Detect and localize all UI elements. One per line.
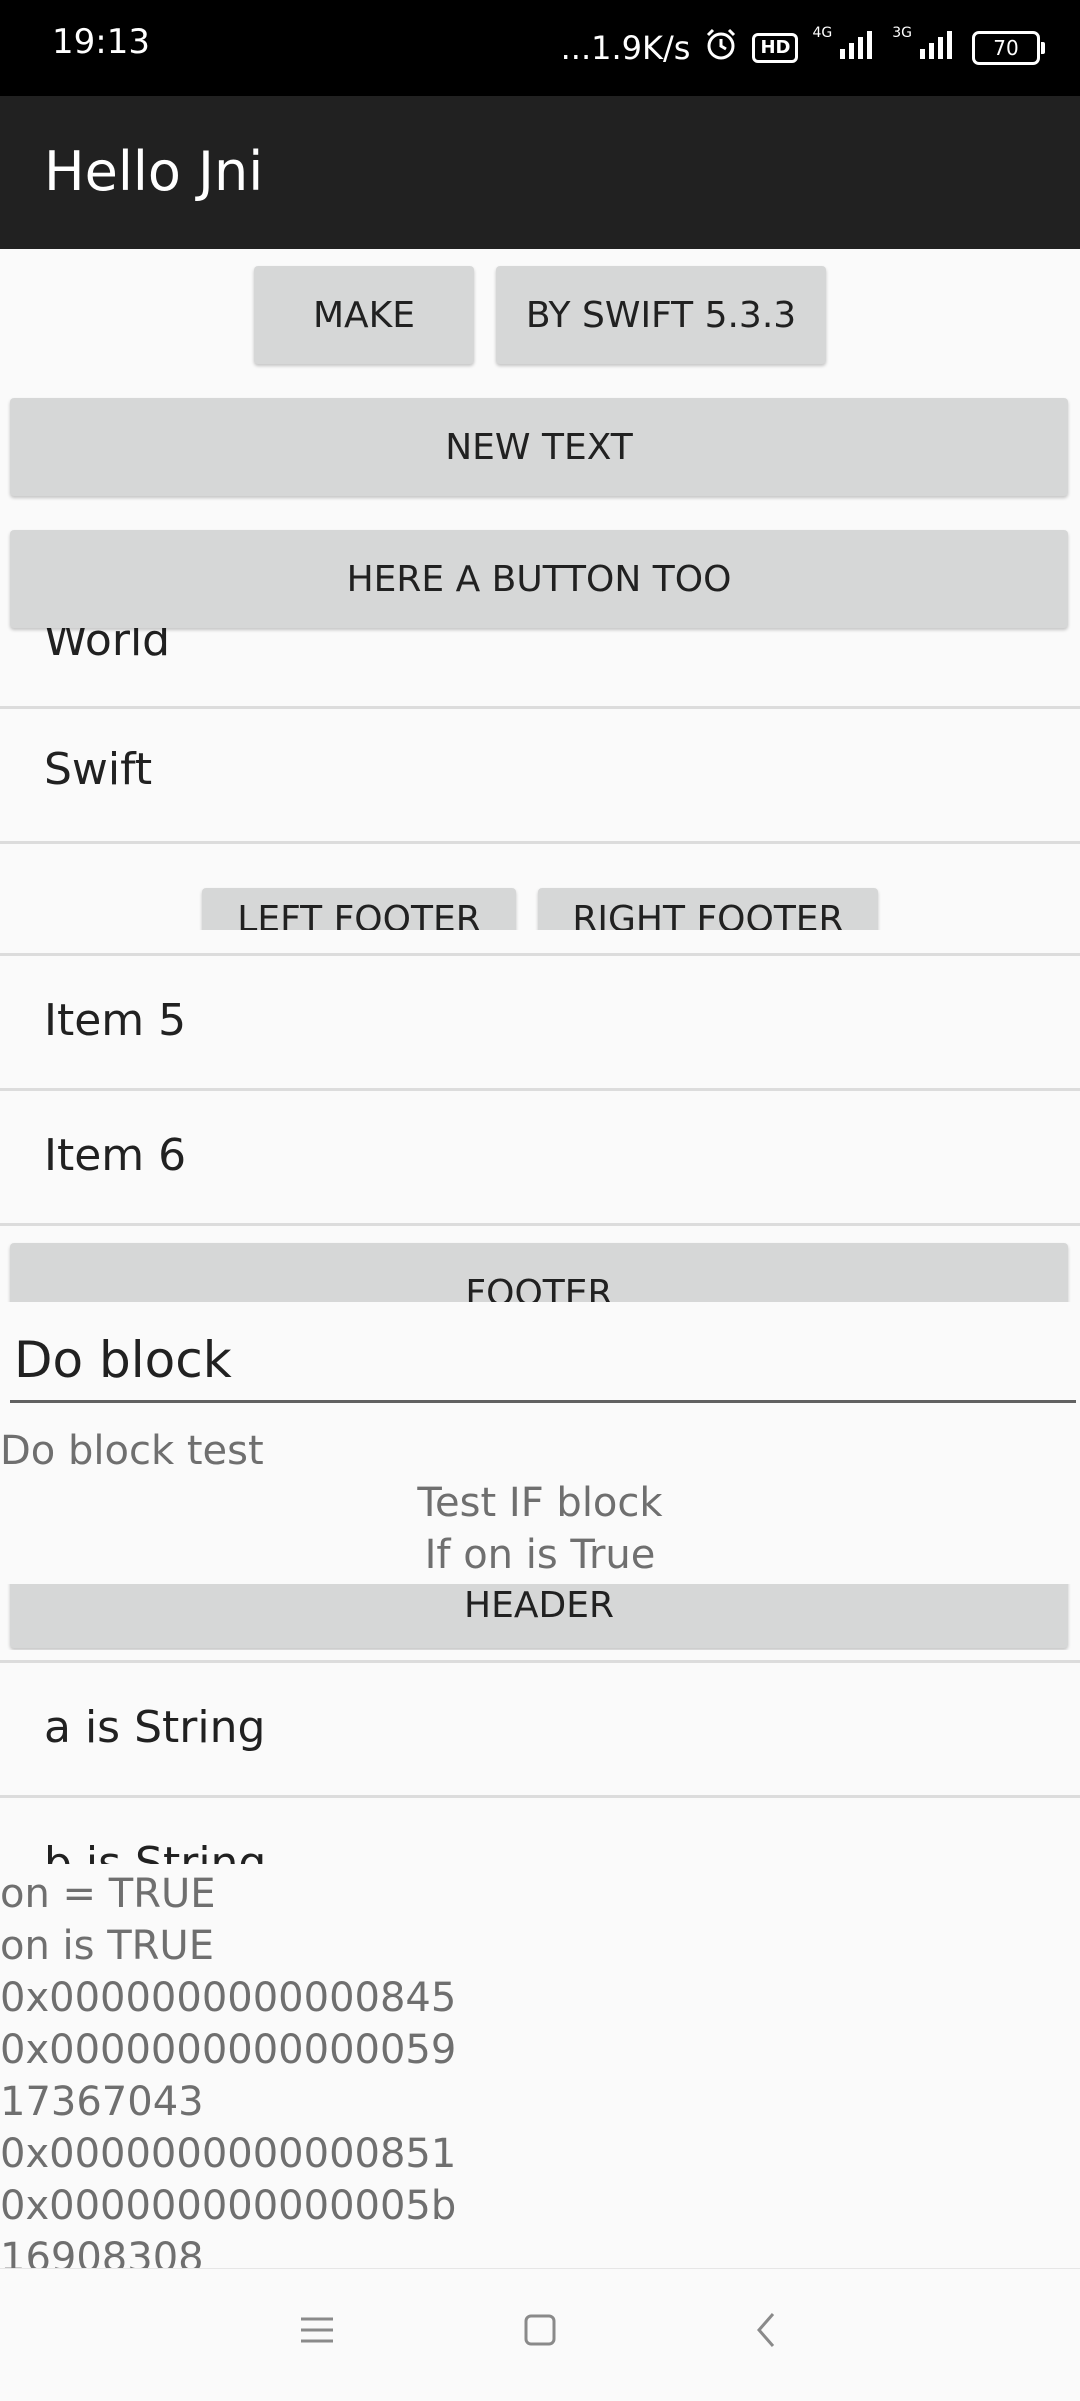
log-line: on is TRUE <box>0 1923 214 1969</box>
menu-icon[interactable] <box>287 2300 347 2360</box>
do-block-input[interactable] <box>10 1320 1076 1403</box>
footer-button[interactable]: FOOTER <box>10 1243 1068 1302</box>
footer-button-clip: FOOTER <box>0 1240 1080 1302</box>
signal-3g-icon <box>918 29 958 67</box>
hd-badge: HD <box>752 33 799 63</box>
log-line: 0x0000000000000845 <box>0 1975 457 2021</box>
net-label-4g: 4G <box>812 25 833 41</box>
network-speed: ...1.9K/s <box>560 29 691 67</box>
log-line: on = TRUE <box>0 1871 216 1917</box>
log-line: 17367043 <box>0 2079 204 2125</box>
battery-level: 70 <box>993 36 1019 60</box>
log-line: 0x0000000000000059 <box>0 2027 457 2073</box>
by-swift-button[interactable]: BY SWIFT 5.3.3 <box>496 266 826 364</box>
if-block-text: Test IF block <box>417 1480 663 1526</box>
divider <box>0 841 1080 844</box>
back-icon[interactable] <box>736 2300 796 2360</box>
left-footer-button[interactable]: LEFT FOOTER <box>202 888 516 930</box>
status-time: 19:13 <box>52 22 150 62</box>
right-footer-button[interactable]: RIGHT FOOTER <box>538 888 878 930</box>
make-button[interactable]: MAKE <box>254 266 474 364</box>
log-line: 0x0000000000000851 <box>0 2131 457 2177</box>
new-text-button[interactable]: NEW TEXT <box>10 398 1068 496</box>
divider <box>0 706 1080 709</box>
home-square-icon[interactable] <box>510 2300 570 2360</box>
signal-4g-icon <box>838 29 878 67</box>
status-indicators: ...1.9K/s HD 4G 3G 70 <box>560 20 1045 76</box>
list-footer-area: LEFT FOOTER RIGHT FOOTER <box>0 860 1080 930</box>
battery-icon: 70 <box>972 31 1045 65</box>
here-a-button-too-button[interactable]: HERE A BUTTON TOO <box>10 530 1068 628</box>
header-button-clip: HEADER <box>0 1584 1080 1650</box>
do-block-test-label: Do block test <box>0 1428 264 1474</box>
header-button[interactable]: HEADER <box>10 1584 1068 1648</box>
net-label-3g: 3G <box>892 25 912 41</box>
app-title: Hello Jni <box>44 140 264 203</box>
log-line: 0x000000000000005b <box>0 2183 457 2229</box>
list-item[interactable]: Item 6 <box>44 1130 186 1181</box>
list-item-clip: b is String <box>0 1820 1080 1864</box>
log-output: on = TRUE on is TRUE 0x0000000000000845 … <box>0 1868 456 2284</box>
list-item[interactable]: b is String <box>44 1838 266 1864</box>
divider <box>0 1660 1080 1663</box>
list-item[interactable]: Swift <box>44 744 152 795</box>
divider <box>0 1223 1080 1226</box>
alarm-icon <box>704 27 738 69</box>
list-item[interactable]: a is String <box>44 1702 265 1753</box>
divider <box>0 1088 1080 1091</box>
divider <box>0 1795 1080 1798</box>
divider <box>0 953 1080 956</box>
if-on-text: If on is True <box>424 1532 656 1578</box>
list-item[interactable]: Item 5 <box>44 995 186 1046</box>
